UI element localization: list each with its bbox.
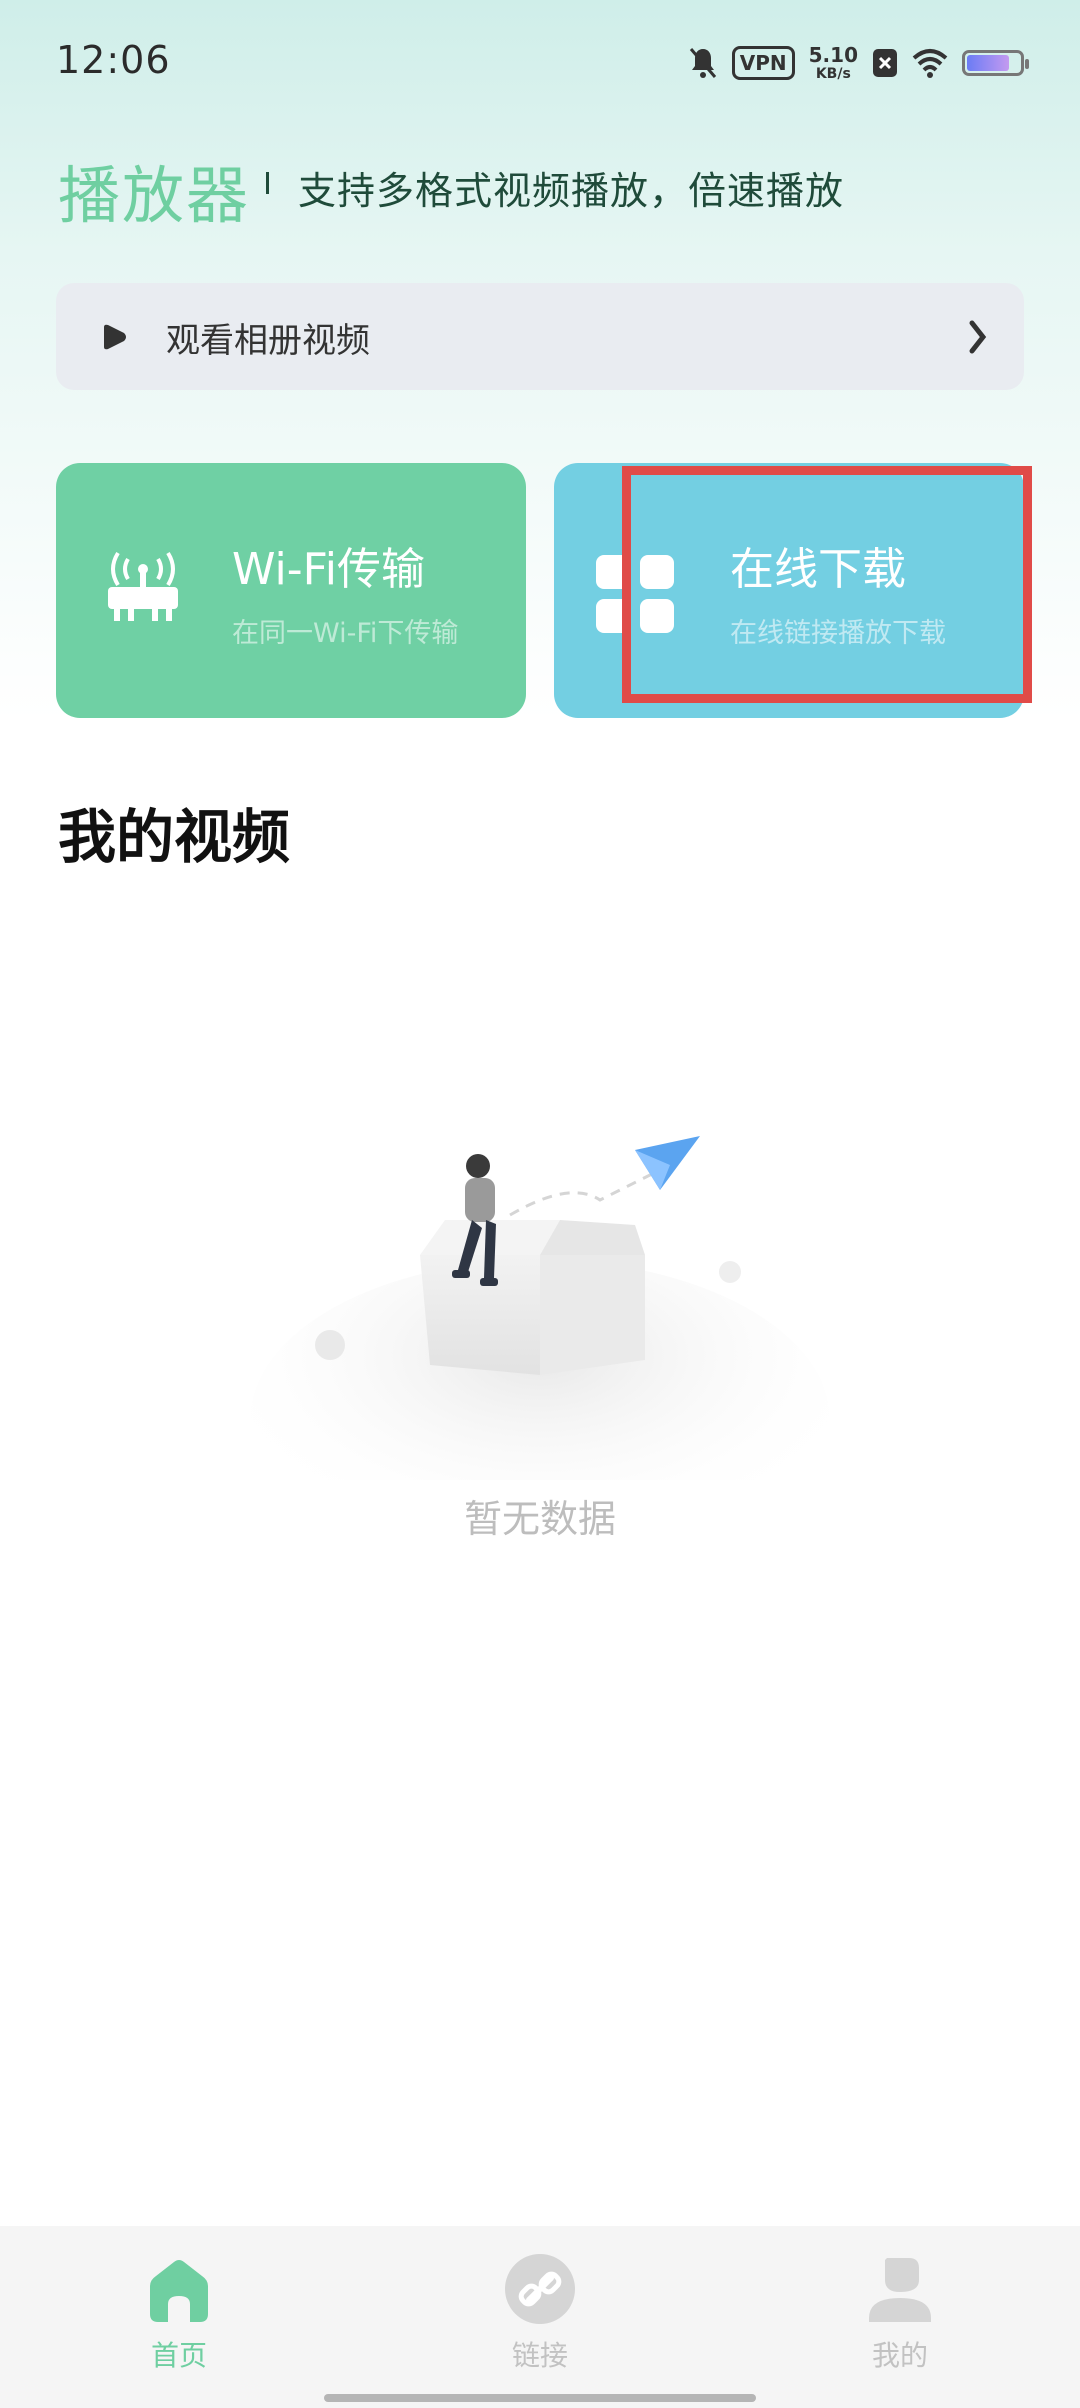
nav-link[interactable]: 链接 (440, 2252, 640, 2374)
nav-me[interactable]: 我的 (800, 2252, 1000, 2374)
status-icons: VPN 5.10 KB/s (688, 40, 1029, 86)
router-icon (108, 551, 178, 621)
nav-home-label: 首页 (150, 2339, 207, 2372)
wifi-card-subtitle: 在同一Wi-Fi下传输 (232, 618, 459, 649)
nav-home[interactable]: 首页 (79, 2252, 279, 2374)
chevron-right-icon (969, 320, 987, 354)
app-subtitle: 支持多格式视频播放，倍速播放 (298, 169, 845, 213)
battery-level (967, 55, 1009, 71)
wifi-icon (912, 49, 948, 78)
close-box-icon (873, 49, 897, 77)
gesture-bar (324, 2394, 756, 2402)
album-row-label: 观看相册视频 (166, 321, 370, 361)
header-divider (266, 172, 269, 194)
play-dot-icon (104, 324, 126, 350)
my-videos-title: 我的视频 (58, 803, 291, 871)
status-bar: 12:06 VPN 5.10 KB/s (0, 0, 1080, 125)
watch-album-videos-row[interactable]: 观看相册视频 (56, 283, 1024, 390)
bottom-navigation: 首页 链接 我的 (0, 2226, 1080, 2408)
user-icon (869, 2258, 931, 2322)
nav-link-label: 链接 (511, 2339, 568, 2372)
home-icon (150, 2260, 208, 2322)
app-title: 播放器 (58, 159, 251, 232)
bell-muted-icon (689, 48, 716, 78)
status-time: 12:06 (56, 38, 171, 82)
network-speed-value: 5.10 (808, 43, 858, 67)
battery-icon (962, 50, 1029, 76)
wifi-transfer-card[interactable]: Wi-Fi传输 在同一Wi-Fi下传输 (56, 463, 526, 718)
wifi-card-title: Wi-Fi传输 (232, 544, 425, 595)
network-speed: 5.10 KB/s (809, 45, 858, 81)
nav-me-label: 我的 (871, 2339, 928, 2372)
empty-box-illustration (250, 1136, 830, 1480)
empty-state-text: 暂无数据 (463, 1497, 616, 1541)
network-speed-unit: KB/s (815, 66, 851, 82)
vpn-badge: VPN (731, 46, 795, 80)
highlight-box (622, 466, 1032, 703)
link-icon (505, 2254, 575, 2324)
